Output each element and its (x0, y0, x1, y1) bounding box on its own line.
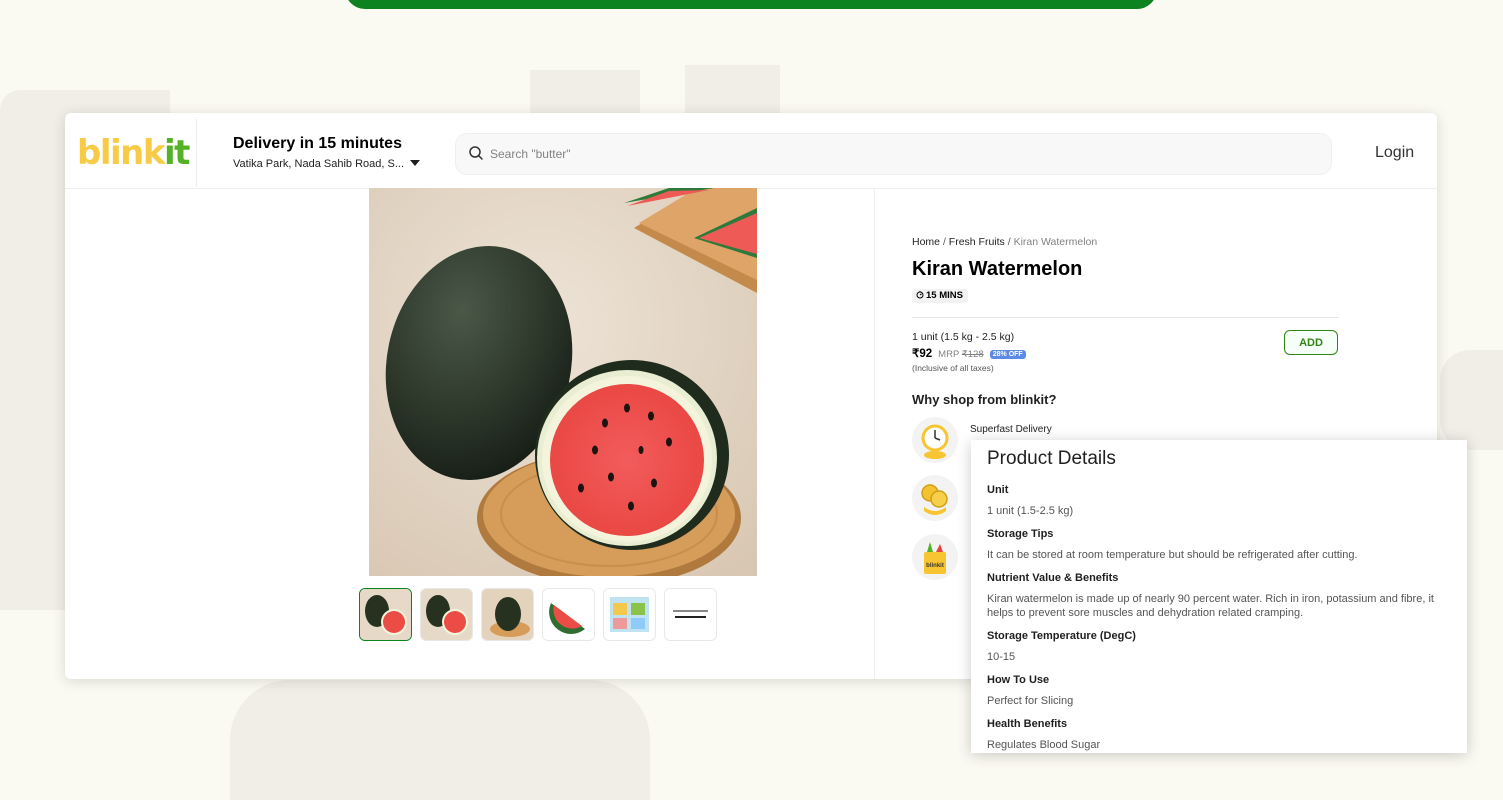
why-item-label: Superfast Delivery (970, 424, 1052, 435)
thumbnail-1[interactable] (359, 588, 412, 641)
delivery-time-title: Delivery in 15 minutes (233, 135, 402, 152)
details-title: Product Details (987, 448, 1116, 469)
eta-text: 15 MINS (926, 290, 963, 301)
detail-value-how-to-use: Perfect for Slicing (987, 695, 1074, 707)
detail-label-storage-temp: Storage Temperature (DegC) (987, 630, 1136, 642)
divider (912, 317, 1339, 318)
tax-note: (Inclusive of all taxes) (912, 363, 994, 373)
logo-text-blink: blink (77, 133, 165, 173)
detail-label-nutrient: Nutrient Value & Benefits (987, 572, 1119, 584)
bag-logo-text: blinkit (926, 563, 944, 569)
chevron-down-icon[interactable] (410, 160, 420, 166)
why-shop-title: Why shop from blinkit? (912, 392, 1057, 407)
thumbnail-4[interactable] (542, 588, 595, 641)
background-decoration (1440, 350, 1503, 450)
mrp-value: ₹128 (961, 349, 984, 360)
detail-label-storage-tips: Storage Tips (987, 528, 1054, 540)
detail-label-how-to-use: How To Use (987, 674, 1050, 686)
detail-value-storage-tips: It can be stored at room temperature but… (987, 549, 1358, 561)
breadcrumb-fresh-fruits[interactable]: Fresh Fruits (949, 236, 1005, 248)
detail-value-nutrient: Kiran watermelon is made up of nearly 90… (987, 593, 1434, 619)
blinkit-logo[interactable]: blinkit (77, 133, 190, 173)
breadcrumb-home[interactable]: Home (912, 236, 940, 248)
discount-badge: 28% OFF (989, 350, 1026, 359)
product-title: Kiran Watermelon (912, 258, 1083, 280)
price-row: ₹92 MRP ₹128 28% OFF (912, 346, 1026, 360)
logo-text-it: it (163, 133, 190, 173)
product-main-image (369, 188, 757, 576)
detail-value-storage-temp: 10-15 (987, 651, 1016, 663)
login-button[interactable]: Login (1375, 144, 1414, 162)
background-decoration (230, 680, 650, 800)
stopwatch-icon (916, 291, 924, 299)
product-image-panel (65, 188, 875, 679)
thumbnail-5[interactable] (603, 588, 656, 641)
grocery-bag-icon: blinkit (912, 534, 958, 580)
thumbnail-3[interactable] (481, 588, 534, 641)
breadcrumb: Home / Fresh Fruits / Kiran Watermelon (912, 236, 1097, 248)
search-bar[interactable] (455, 133, 1332, 175)
top-banner-bar (345, 0, 1157, 9)
delivery-clock-icon (912, 417, 958, 463)
detail-value-health-benefits: Regulates Blood Sugar (987, 739, 1101, 751)
breadcrumb-separator: / (942, 236, 946, 248)
mrp-price: MRP ₹128 (938, 349, 984, 360)
background-decoration (685, 65, 780, 120)
breadcrumb-current: Kiran Watermelon (1013, 236, 1098, 248)
coins-offer-icon (912, 475, 958, 521)
breadcrumb-separator: / (1007, 236, 1011, 248)
thumbnail-6[interactable] (664, 588, 717, 641)
site-header: blinkit Delivery in 15 minutes Vatika Pa… (65, 113, 1437, 189)
detail-label-unit: Unit (987, 484, 1009, 496)
mrp-label: MRP (938, 349, 960, 360)
search-input[interactable] (488, 134, 1312, 174)
unit-label: 1 unit (1.5 kg - 2.5 kg) (912, 331, 1015, 343)
detail-label-health-benefits: Health Benefits (987, 718, 1068, 730)
add-to-cart-button[interactable]: ADD (1284, 330, 1338, 355)
thumbnail-2[interactable] (420, 588, 473, 641)
delivery-eta-badge: 15 MINS (912, 289, 968, 303)
search-icon (469, 146, 483, 160)
selling-price: ₹92 (912, 348, 933, 360)
delivery-address[interactable]: Vatika Park, Nada Sahib Road, S... (233, 158, 404, 170)
product-details-popover: Product Details Unit 1 unit (1.5-2.5 kg)… (971, 440, 1467, 753)
header-divider (196, 119, 197, 187)
detail-value-unit: 1 unit (1.5-2.5 kg) (987, 505, 1074, 517)
